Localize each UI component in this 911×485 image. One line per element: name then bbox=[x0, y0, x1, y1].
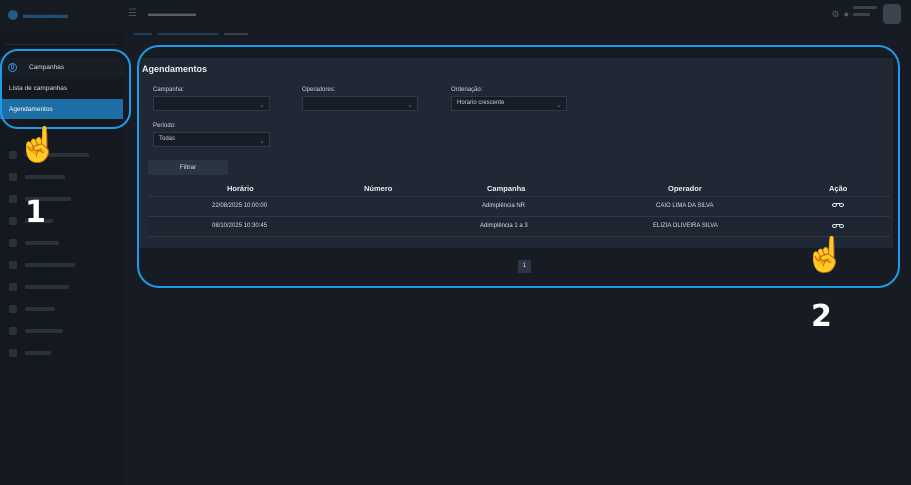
sidebar-item-dimmed bbox=[0, 280, 123, 294]
pointing-hand-icon: ☝️ bbox=[804, 236, 847, 274]
step-number-1: 1 bbox=[25, 195, 46, 230]
sidebar-item-dimmed bbox=[0, 258, 123, 272]
top-bar: ▬▬▬▬ ☰ ▬▬▬▬▬▬ ⚙ ● bbox=[0, 0, 911, 30]
highlight-agendamentos-panel bbox=[137, 45, 900, 288]
sidebar-item-dimmed bbox=[0, 324, 123, 338]
top-title-placeholder: ▬▬▬▬▬▬ bbox=[148, 9, 196, 18]
sidebar-divider bbox=[5, 44, 117, 45]
sidebar-item-dimmed bbox=[0, 170, 123, 184]
sidebar-item-dimmed bbox=[0, 236, 123, 250]
sidebar-item-dimmed bbox=[0, 302, 123, 316]
pointing-hand-icon: ☝️ bbox=[17, 126, 60, 164]
top-icons[interactable]: ⚙ ● bbox=[831, 9, 849, 20]
step-number-2: 2 bbox=[811, 299, 832, 334]
sidebar-item-dimmed bbox=[0, 192, 123, 206]
highlight-sidebar-menu bbox=[0, 49, 131, 129]
avatar[interactable] bbox=[883, 4, 901, 24]
breadcrumb: ▬▬▬ ▬▬▬▬▬▬▬▬▬▬ ▬▬▬▬ bbox=[134, 31, 248, 37]
sidebar-item-dimmed bbox=[0, 346, 123, 360]
logo-mark-icon bbox=[8, 10, 18, 20]
settings-icon[interactable]: ⚙ bbox=[831, 9, 839, 20]
sidebar-item-dimmed bbox=[0, 214, 123, 228]
menu-toggle-icon[interactable]: ☰ bbox=[128, 8, 137, 19]
app-logo: ▬▬▬▬ bbox=[8, 9, 68, 21]
logo-text: ▬▬▬▬ bbox=[23, 9, 69, 21]
user-info-placeholder bbox=[853, 6, 877, 22]
notification-icon[interactable]: ● bbox=[844, 9, 849, 20]
